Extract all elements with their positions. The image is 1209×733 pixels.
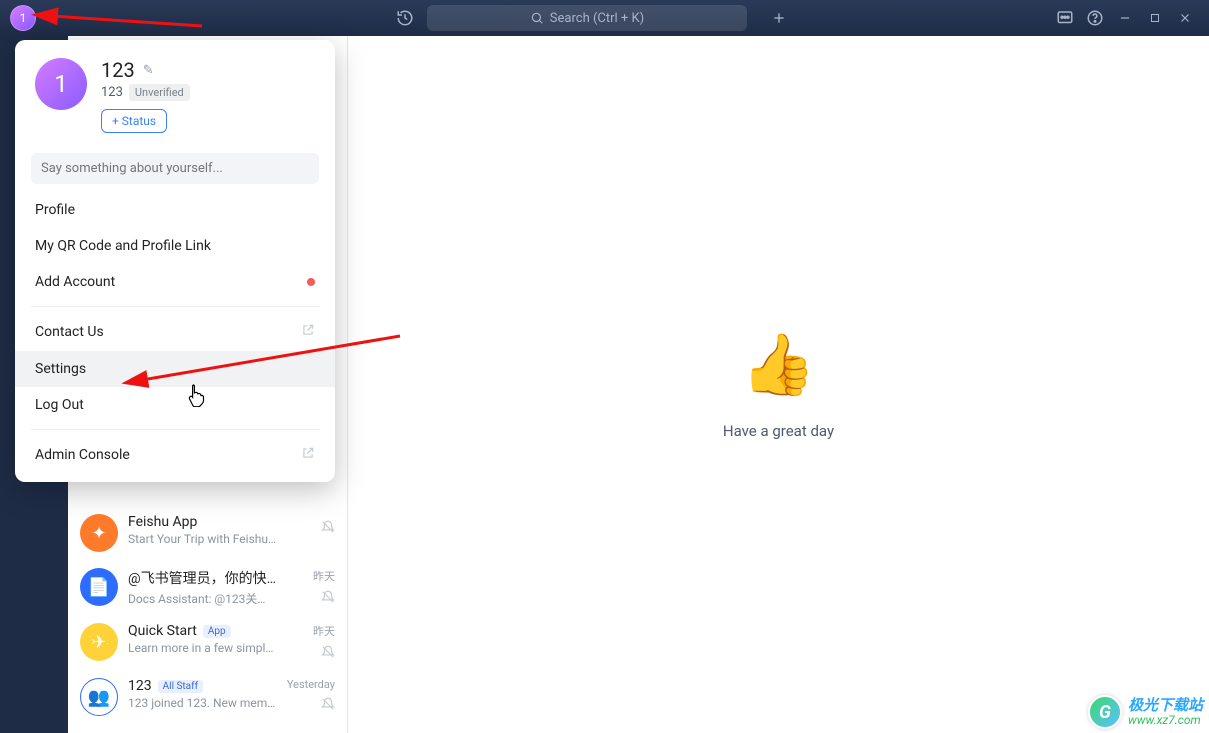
- chat-avatar-icon: ✦: [80, 514, 118, 552]
- watermark-line1: 极光下载站: [1128, 698, 1203, 714]
- watermark: G 极光下载站 www.xz7.com: [1088, 695, 1203, 729]
- mute-icon: [321, 590, 335, 607]
- chat-avatar-icon: 📄: [80, 568, 118, 606]
- chat-item[interactable]: 👥 123 All Staff 123 joined 123. New member……: [68, 670, 347, 724]
- menu-admin-console[interactable]: Admin Console: [15, 436, 335, 474]
- chat-item[interactable]: 📄 @飞书管理员，你的快速… Docs Assistant: @123关注飞… 昨天: [68, 560, 347, 615]
- menu-settings-label: Settings: [35, 361, 86, 377]
- chat-badge: All Staff: [158, 680, 203, 693]
- menu-separator: [31, 306, 319, 307]
- titlebar: 1 Search (Ctrl + K): [0, 0, 1209, 36]
- search-bar[interactable]: Search (Ctrl + K): [427, 5, 747, 31]
- menu-contact-us[interactable]: Contact Us: [15, 313, 335, 351]
- menu-qr[interactable]: My QR Code and Profile Link: [15, 228, 335, 264]
- chat-subtitle: Start Your Trip with Feishu Ap…: [128, 532, 277, 546]
- titlebar-avatar[interactable]: 1: [10, 5, 36, 31]
- search-icon: [530, 11, 544, 25]
- bio-input[interactable]: [31, 153, 319, 184]
- status-button[interactable]: + Status: [101, 109, 167, 133]
- history-icon[interactable]: [391, 4, 419, 32]
- chat-item[interactable]: ✈ Quick Start App Learn more in a few simpl…: [68, 615, 347, 670]
- profile-popover: 1 123 ✎ 123 Unverified + Status Profile …: [15, 40, 335, 482]
- mute-icon: [321, 645, 335, 662]
- window-minimize[interactable]: [1111, 4, 1139, 32]
- menu-profile[interactable]: Profile: [15, 192, 335, 228]
- unverified-badge: Unverified: [129, 84, 190, 101]
- popover-userid: 123: [101, 85, 123, 100]
- plus-icon[interactable]: [765, 4, 793, 32]
- thumbs-up-icon: 👍: [741, 329, 816, 400]
- chat-subtitle: Learn more in a few simple st…: [128, 641, 277, 655]
- watermark-line2: www.xz7.com: [1128, 714, 1203, 727]
- popover-username: 123: [101, 58, 135, 82]
- chat-subtitle: 123 joined 123. New member…: [128, 696, 277, 710]
- menu-profile-label: Profile: [35, 202, 75, 218]
- chat-title: Quick Start: [128, 623, 197, 639]
- chat-title: Feishu App: [128, 514, 197, 530]
- menu-contact-label: Contact Us: [35, 324, 104, 340]
- menu-settings[interactable]: Settings: [15, 351, 335, 387]
- window-maximize[interactable]: [1141, 4, 1169, 32]
- chat-time: 昨天: [313, 568, 335, 584]
- content-area: 👍 Have a great day: [348, 36, 1209, 733]
- apps-icon[interactable]: [1051, 4, 1079, 32]
- external-link-icon: [301, 323, 315, 341]
- edit-name-icon[interactable]: ✎: [143, 63, 154, 78]
- help-icon[interactable]: [1081, 4, 1109, 32]
- window-close[interactable]: [1171, 4, 1199, 32]
- chat-title: 123: [128, 678, 152, 694]
- external-link-icon: [301, 446, 315, 464]
- menu-separator: [31, 429, 319, 430]
- chat-subtitle: Docs Assistant: @123关注飞…: [128, 590, 277, 607]
- menu-add-account-label: Add Account: [35, 274, 115, 290]
- menu-logout-label: Log Out: [35, 397, 84, 413]
- chat-time: Yesterday: [287, 678, 335, 691]
- watermark-logo-icon: G: [1088, 695, 1122, 729]
- search-placeholder: Search (Ctrl + K): [550, 11, 644, 26]
- popover-avatar[interactable]: 1: [35, 58, 87, 110]
- chat-item[interactable]: ✦ Feishu App Start Your Trip with Feishu A…: [68, 506, 347, 560]
- chat-time: 昨天: [313, 623, 335, 639]
- menu-add-account[interactable]: Add Account: [15, 264, 335, 300]
- menu-admin-label: Admin Console: [35, 447, 130, 463]
- chat-badge: App: [203, 625, 231, 638]
- greeting-text: Have a great day: [723, 422, 834, 440]
- chat-avatar-icon: ✈: [80, 623, 118, 661]
- mute-icon: [321, 697, 335, 714]
- chat-avatar-icon: 👥: [80, 678, 118, 716]
- chat-title: @飞书管理员，你的快速…: [128, 568, 277, 588]
- menu-qr-label: My QR Code and Profile Link: [35, 238, 211, 254]
- notification-dot-icon: [307, 278, 315, 286]
- mute-icon: [321, 520, 335, 537]
- menu-logout[interactable]: Log Out: [15, 387, 335, 423]
